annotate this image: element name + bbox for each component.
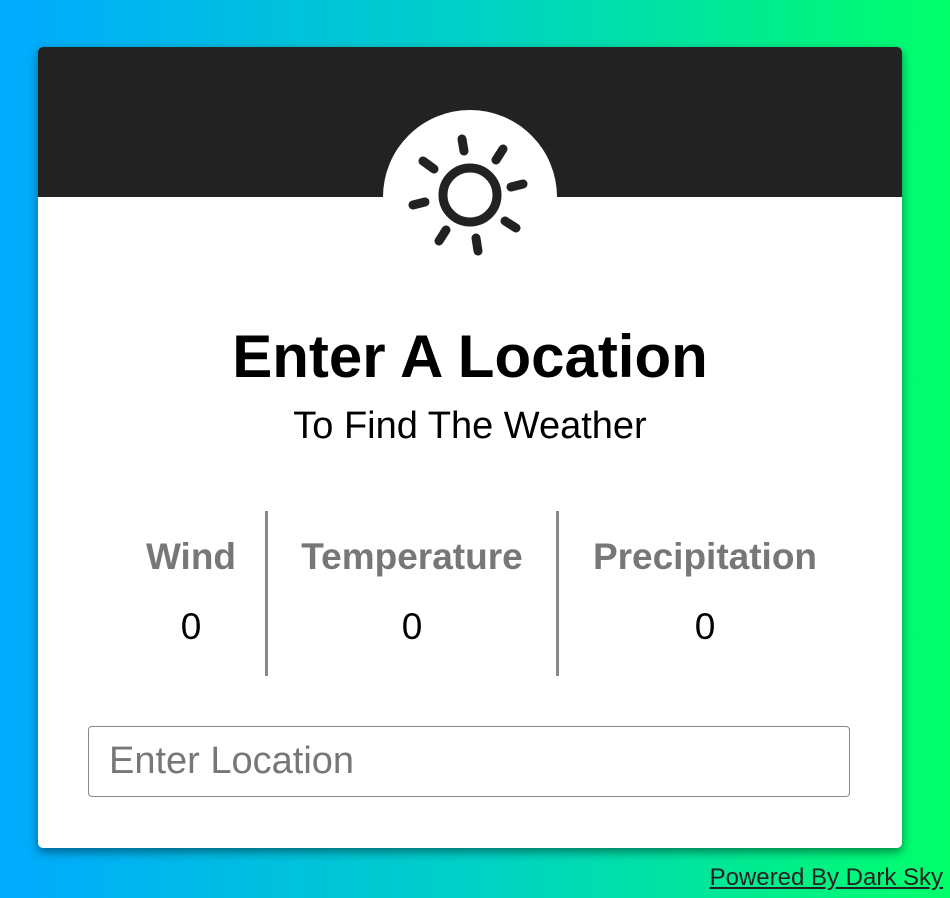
stat-temperature: Temperature 0 (268, 511, 556, 676)
stat-label: Precipitation (592, 536, 818, 577)
stat-label: Wind (145, 536, 237, 577)
stat-value: 0 (694, 606, 716, 647)
weather-stats: Wind 0 Temperature 0 Precipitation 0 (116, 511, 836, 676)
weather-card: Enter A Location To Find The Weather Win… (38, 47, 902, 848)
page-title: Enter A Location (232, 323, 708, 390)
sun-icon (408, 134, 528, 256)
weather-icon-badge (383, 110, 557, 284)
stat-label: Temperature (301, 536, 523, 577)
stat-precipitation: Precipitation 0 (559, 511, 851, 676)
page-subtitle: To Find The Weather (293, 405, 647, 447)
powered-by-link[interactable]: Powered By Dark Sky (710, 864, 943, 892)
stat-value: 0 (401, 606, 423, 647)
location-search-input[interactable] (88, 726, 850, 797)
stat-wind: Wind 0 (116, 511, 266, 676)
stat-value: 0 (180, 606, 202, 647)
